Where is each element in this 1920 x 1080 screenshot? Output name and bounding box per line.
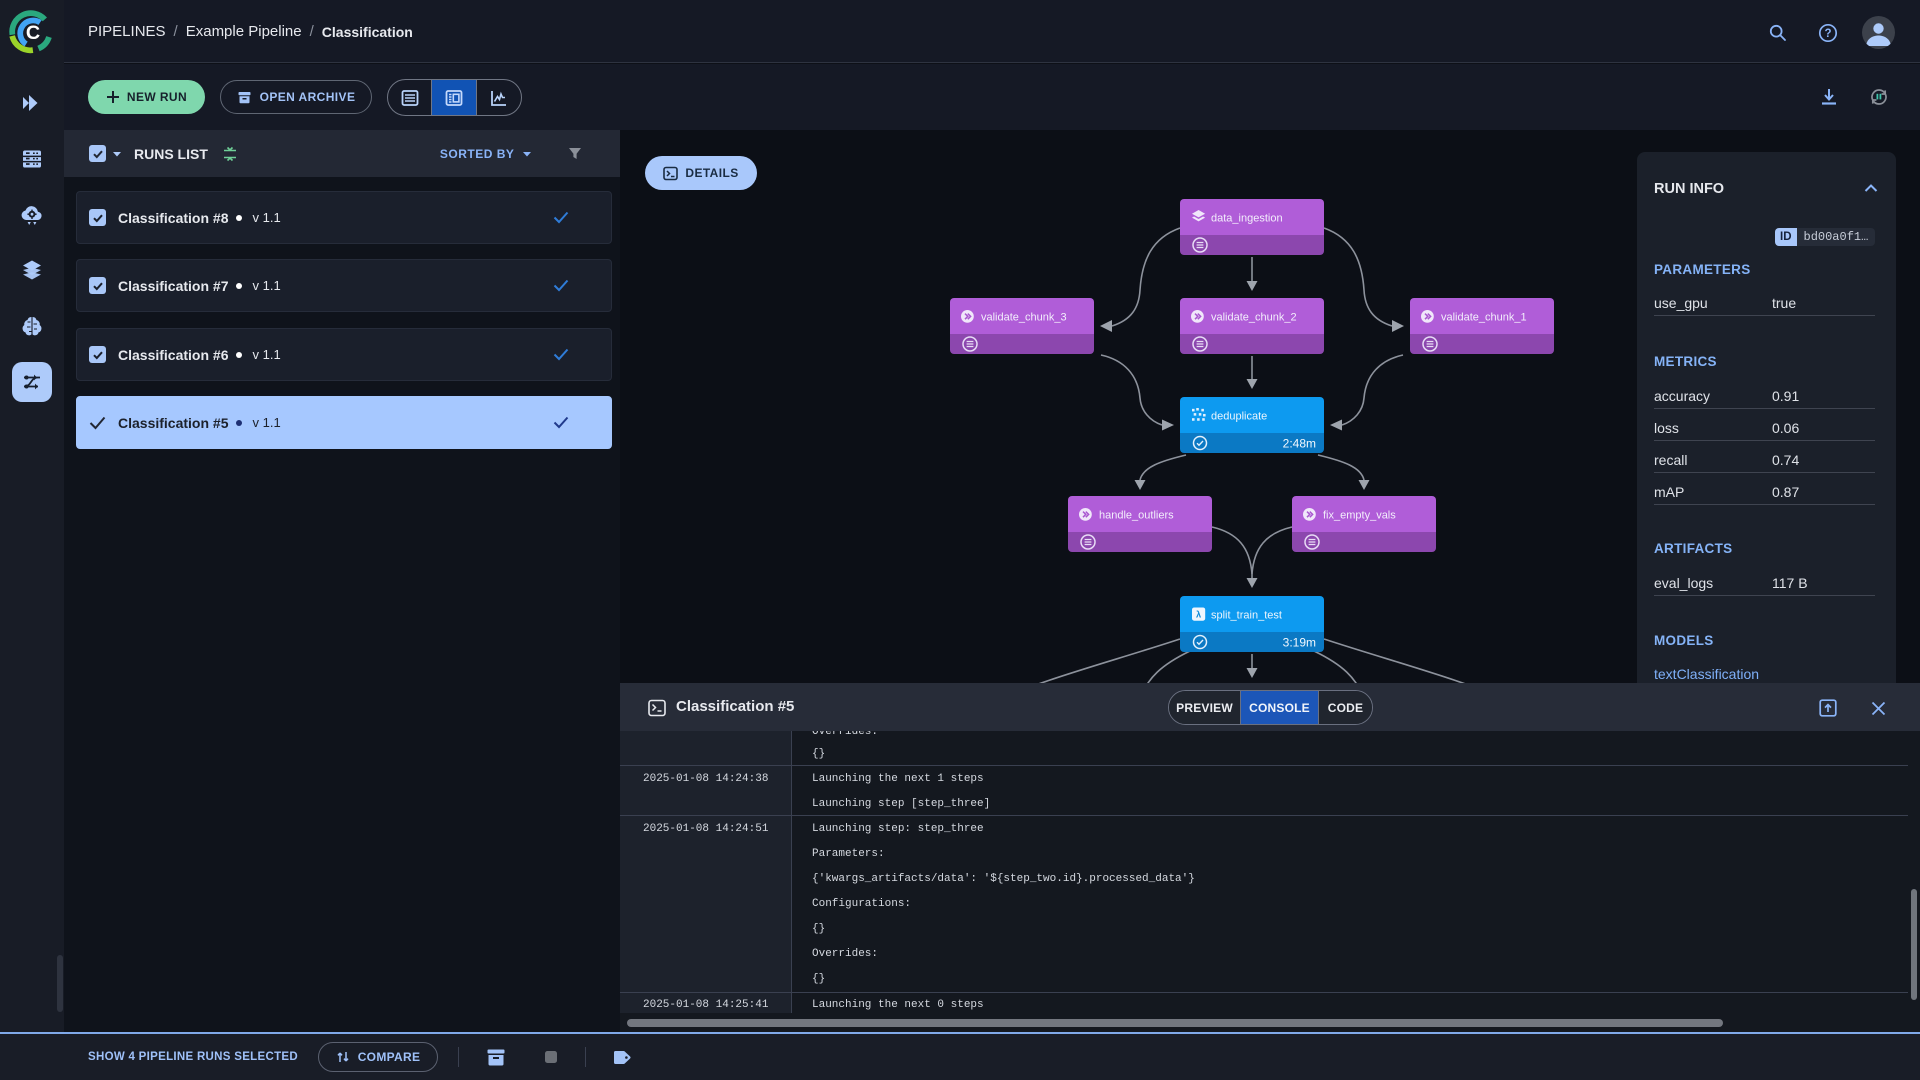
svg-text:validate_chunk_2: validate_chunk_2 xyxy=(1211,312,1297,324)
svg-text:fix_empty_vals: fix_empty_vals xyxy=(1323,510,1396,522)
svg-text:?: ? xyxy=(1824,28,1831,40)
svg-text:deduplicate: deduplicate xyxy=(1211,411,1267,423)
svg-text:validate_chunk_3: validate_chunk_3 xyxy=(981,312,1067,324)
svg-text:handle_outliers: handle_outliers xyxy=(1099,510,1174,522)
svg-text:λ: λ xyxy=(1196,610,1201,620)
svg-text:2:48m: 2:48m xyxy=(1283,437,1316,451)
svg-text:3:19m: 3:19m xyxy=(1283,636,1316,650)
svg-text:C: C xyxy=(26,22,40,44)
svg-text:data_ingestion: data_ingestion xyxy=(1211,213,1283,225)
svg-text:validate_chunk_1: validate_chunk_1 xyxy=(1441,312,1527,324)
svg-text:split_train_test: split_train_test xyxy=(1211,610,1282,622)
